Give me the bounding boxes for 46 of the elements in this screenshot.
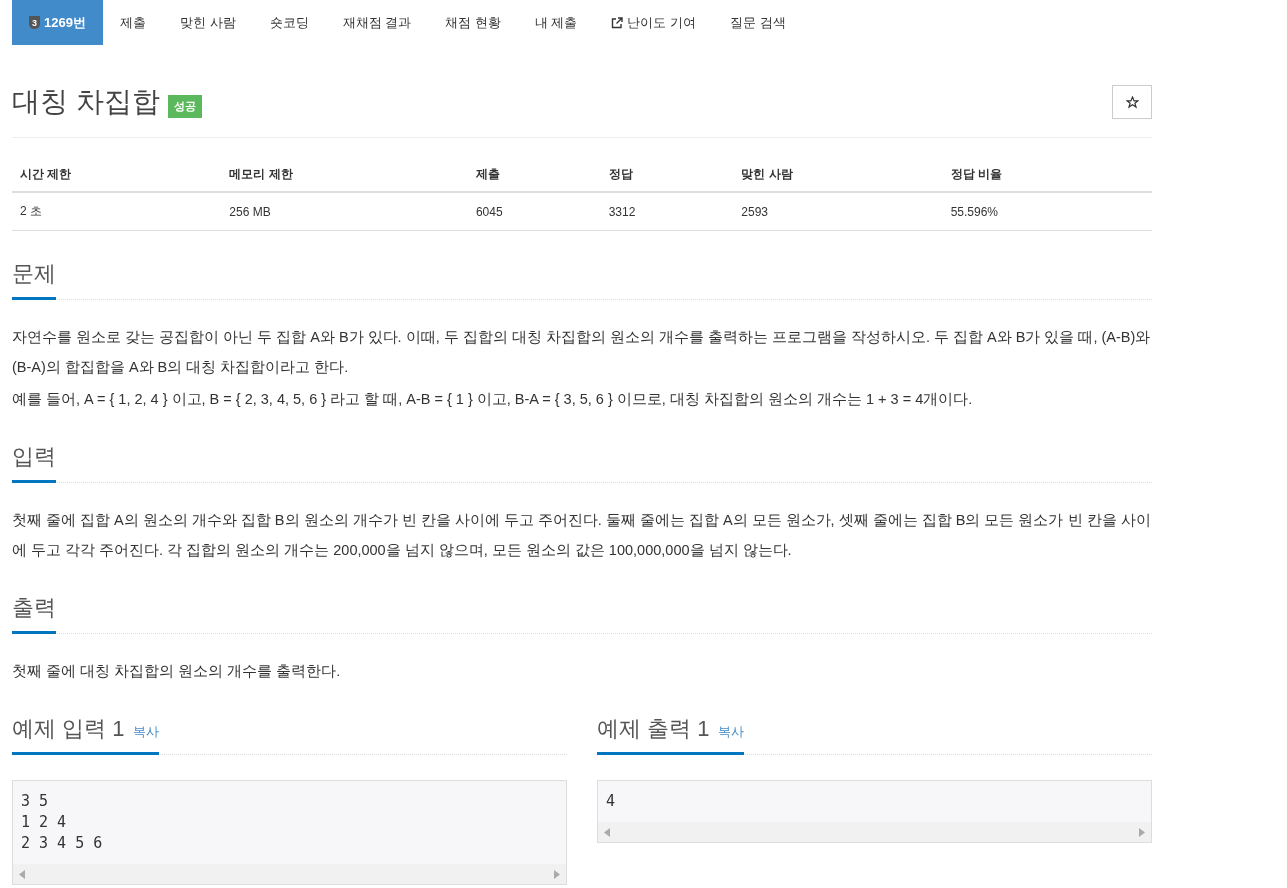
sample-code: 4 [605, 791, 617, 812]
column-header: 메모리 제한 [221, 158, 468, 192]
section-heading: 출력 [12, 593, 56, 634]
nav-tab[interactable]: 채점 현황 [428, 0, 518, 45]
nav-tab[interactable]: 제출 [102, 0, 163, 45]
paragraph: 자연수를 원소로 갖는 공집합이 아닌 두 집합 A와 B가 있다. 이때, 두 집합의 대칭 차집합의 원소의 개수를 출력하는 프로그램을 작성하시오. 두 집합 A와 B가 있을 때, (A-B)와 (B-A)의 합집합을 A와 B의 대칭 차집합이라고 한다. [12, 328, 1152, 377]
scroll-right-icon[interactable] [554, 869, 560, 879]
nav-tab[interactable]: 3 1269번 [12, 0, 103, 45]
section-heading: 문제 [12, 259, 56, 300]
table-cell: 6045 [467, 192, 601, 231]
problem-title: 대칭 차집합 [12, 85, 160, 119]
external-link-icon [611, 16, 624, 29]
table-cell: 3312 [600, 192, 734, 231]
sample-code: 3 5 1 2 4 2 3 4 5 6 [20, 791, 104, 854]
nav-tab[interactable]: 난이도 기여 [594, 0, 714, 45]
column-header: 정답 [600, 158, 734, 192]
horizontal-scrollbar[interactable] [13, 864, 566, 884]
section-heading: 입력 [12, 442, 56, 483]
nav-tab[interactable]: 내 제출 [517, 0, 595, 45]
scroll-right-icon[interactable] [1139, 827, 1145, 837]
column-header: 제출 [467, 158, 601, 192]
scroll-left-icon[interactable] [19, 869, 25, 879]
paragraph: 예를 들어, A = { 1, 2, 4 } 이고, B = { 2, 3, 4, 5, 6 } 라고 할 때, A-B = { 1 } 이고, B-A = { 3, 5, 6 } 이므로, 대칭 차집합의 원소의 개수는 1 + 3 = 4개이다. [12, 390, 974, 409]
copy-link[interactable]: 복사 [133, 723, 160, 741]
column-header: 시간 제한 [12, 158, 222, 192]
table-cell: 55.596% [942, 192, 1152, 231]
column-header: 맞힌 사람 [733, 158, 943, 192]
table-cell: 2593 [733, 192, 943, 231]
nav-tab[interactable]: 맞힌 사람 [162, 0, 253, 45]
sample-title: 예제 입력 1 [12, 715, 125, 743]
paragraph: 첫째 줄에 집합 A의 원소의 개수와 집합 B의 원소의 개수가 빈 칸을 사이에 두고 주어진다. 둘째 줄에는 집합 A의 모든 원소가, 셋째 줄에는 집합 B의 모든 원소가 빈 칸을 사이에 두고 각각 주어진다. 각 집합의 원소의 개수는 200,000을 넘지 않으며, 모든 원소의 값은 100,000,000을 넘지 않는다. [12, 511, 1152, 560]
tier-badge-icon: 3 [29, 16, 40, 29]
scroll-left-icon[interactable] [604, 827, 610, 837]
star-button[interactable] [1112, 85, 1152, 119]
nav-tab[interactable]: 질문 검색 [713, 0, 803, 45]
paragraph: 첫째 줄에 대칭 차집합의 원소의 개수를 출력한다. [12, 662, 342, 681]
star-icon [1125, 95, 1139, 109]
status-label: 성공 [167, 94, 202, 118]
table-cell: 256 MB [221, 192, 468, 231]
copy-link[interactable]: 복사 [718, 723, 745, 741]
sample-title: 예제 출력 1 [597, 715, 710, 743]
horizontal-scrollbar[interactable] [598, 822, 1151, 842]
table-cell: 2 초 [12, 192, 222, 231]
nav-tab[interactable]: 재채점 결과 [325, 0, 429, 45]
nav-tab[interactable]: 숏코딩 [252, 0, 326, 45]
column-header: 정답 비율 [942, 158, 1152, 192]
